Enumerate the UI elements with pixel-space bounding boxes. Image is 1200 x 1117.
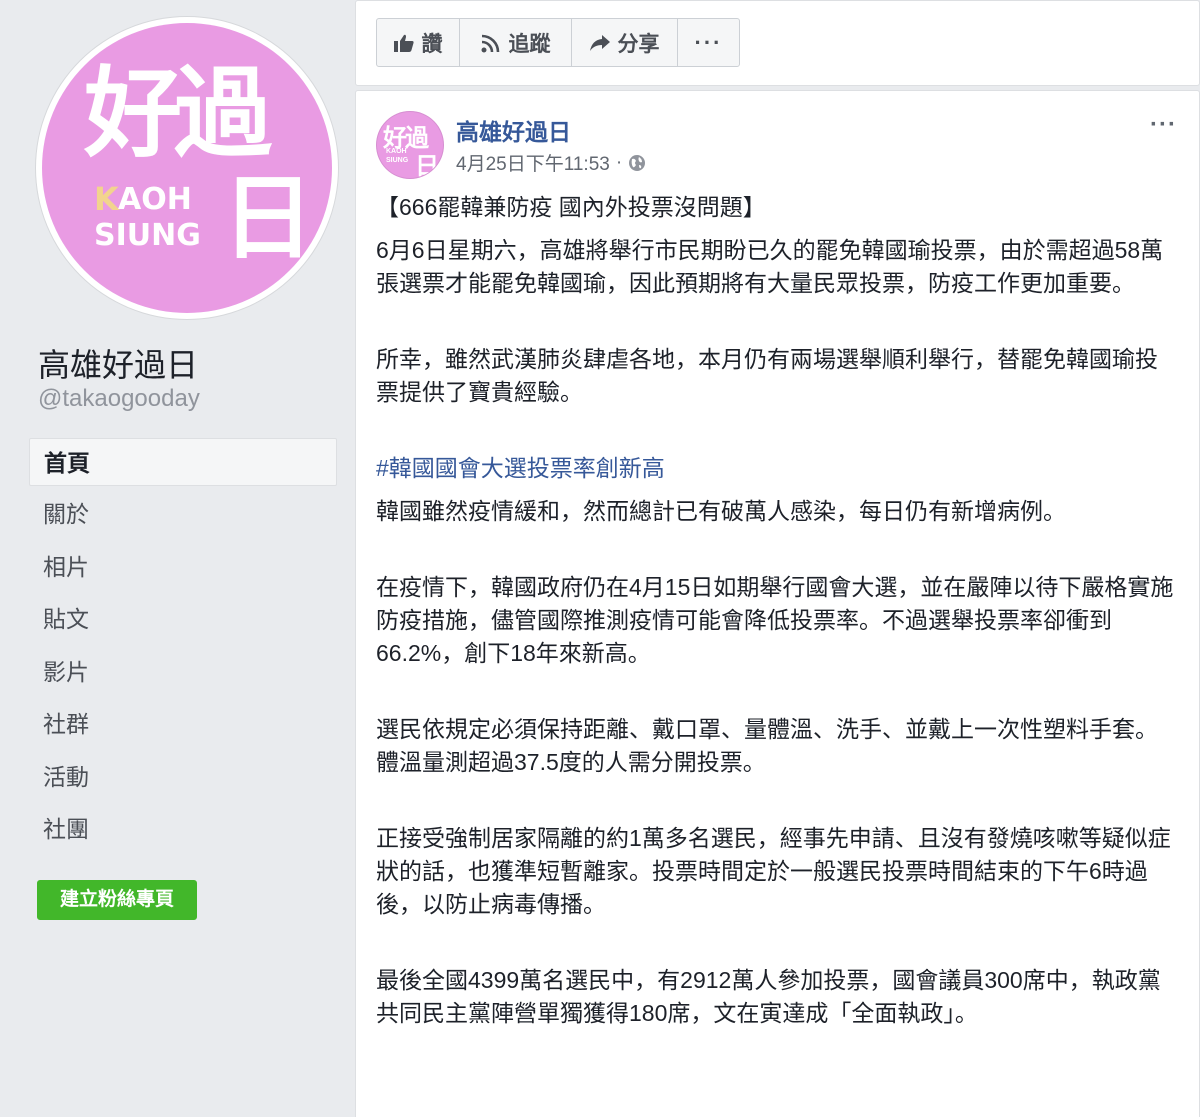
post-paragraph: 最後全國4399萬名選民中，有2912萬人參加投票，國會議員300席中，執政黨共…: [376, 967, 1161, 1026]
follow-label: 追蹤: [508, 32, 551, 56]
post-content: 【666罷韓兼防疫 國內外投票沒問題】 6月6日星期六，高雄將舉行市民期盼已久的…: [376, 191, 1176, 1073]
rss-feed-icon: [481, 34, 499, 52]
avatar-text-kaoh: KAOH: [386, 148, 407, 155]
share-label: 分享: [617, 32, 660, 56]
logo-text-bottom: 日: [222, 165, 315, 272]
post-paragraph: 所幸，雖然武漢肺炎肆虐各地，本月仍有兩場選舉順利舉行，替罷免韓國瑜投票提供了寶貴…: [376, 346, 1158, 405]
share-arrow-icon: [589, 34, 610, 51]
meta-separator: ·: [615, 151, 623, 173]
post-author-avatar[interactable]: 好過 KAOH SIUNG 日: [376, 111, 444, 179]
globe-icon[interactable]: [628, 154, 646, 172]
nav-item-videos[interactable]: 影片: [29, 648, 337, 701]
logo-letter-k: K: [94, 180, 119, 218]
page-name[interactable]: 高雄好過日: [38, 340, 198, 386]
logo-letters-aoh: AOH: [118, 182, 192, 217]
page-logo: 好過 K AOH SIUNG 日: [42, 23, 332, 313]
post-timestamp[interactable]: 4月25日下午11:53: [456, 149, 610, 176]
page-nav: 首頁 關於 相片 貼文 影片 社群 活動 社團: [29, 438, 337, 858]
post-author-name[interactable]: 高雄好過日: [456, 113, 571, 147]
post-title: 【666罷韓兼防疫 國內外投票沒問題】: [376, 194, 766, 220]
post-hashtag-link[interactable]: #韓國國會大選投票率創新高: [376, 452, 1176, 485]
more-options-button[interactable]: ···: [678, 19, 739, 66]
thumbs-up-icon: [393, 34, 414, 52]
post-paragraph: 6月6日星期六，高雄將舉行市民期盼已久的罷免韓國瑜投票，由於需超過58萬張選票才…: [376, 237, 1164, 296]
like-button[interactable]: 讚: [377, 19, 460, 66]
nav-item-groups[interactable]: 社團: [29, 805, 337, 858]
nav-item-events[interactable]: 活動: [29, 753, 337, 806]
post-card: 好過 KAOH SIUNG 日 高雄好過日 4月25日下午11:53 · ···…: [355, 90, 1200, 1117]
nav-item-about[interactable]: 關於: [29, 490, 337, 543]
page-handle[interactable]: @takaogooday: [38, 385, 200, 413]
nav-item-posts[interactable]: 貼文: [29, 595, 337, 648]
action-button-group: 讚 追蹤 分享 ···: [376, 18, 740, 67]
nav-item-community[interactable]: 社群: [29, 700, 337, 753]
logo-letters-siung: SIUNG: [94, 218, 201, 253]
avatar-text-siung: SIUNG: [386, 157, 409, 164]
profile-picture[interactable]: 好過 K AOH SIUNG 日: [36, 17, 338, 319]
logo-text-top: 好過: [84, 57, 272, 171]
page-actions-card: 讚 追蹤 分享 ···: [355, 0, 1200, 86]
post-paragraph: 韓國雖然疫情緩和，然而總計已有破萬人感染，每日仍有新增病例。: [376, 498, 1066, 524]
nav-item-photos[interactable]: 相片: [29, 543, 337, 596]
post-paragraph: 在疫情下，韓國政府仍在4月15日如期舉行國會大選，並在嚴陣以待下嚴格實施防疫措施…: [376, 574, 1174, 666]
create-page-button[interactable]: 建立粉絲專頁: [37, 880, 197, 920]
nav-item-home[interactable]: 首頁: [29, 438, 337, 486]
left-sidebar: 好過 K AOH SIUNG 日 高雄好過日 @takaogooday 首頁 關…: [0, 0, 354, 1117]
post-paragraph: 正接受強制居家隔離的約1萬多名選民，經事先申請、且沒有發燒咳嗽等疑似症狀的話，也…: [376, 825, 1171, 917]
share-button[interactable]: 分享: [572, 19, 678, 66]
post-meta: 4月25日下午11:53 ·: [456, 149, 646, 176]
post-paragraph: 選民依規定必須保持距離、戴口罩、量體溫、洗手、並戴上一次性塑料手套。體溫量測超過…: [376, 716, 1158, 775]
post-options-menu[interactable]: ···: [1150, 111, 1177, 139]
avatar-text-bottom: 日: [415, 153, 439, 179]
follow-button[interactable]: 追蹤: [460, 19, 572, 66]
like-label: 讚: [421, 32, 443, 56]
